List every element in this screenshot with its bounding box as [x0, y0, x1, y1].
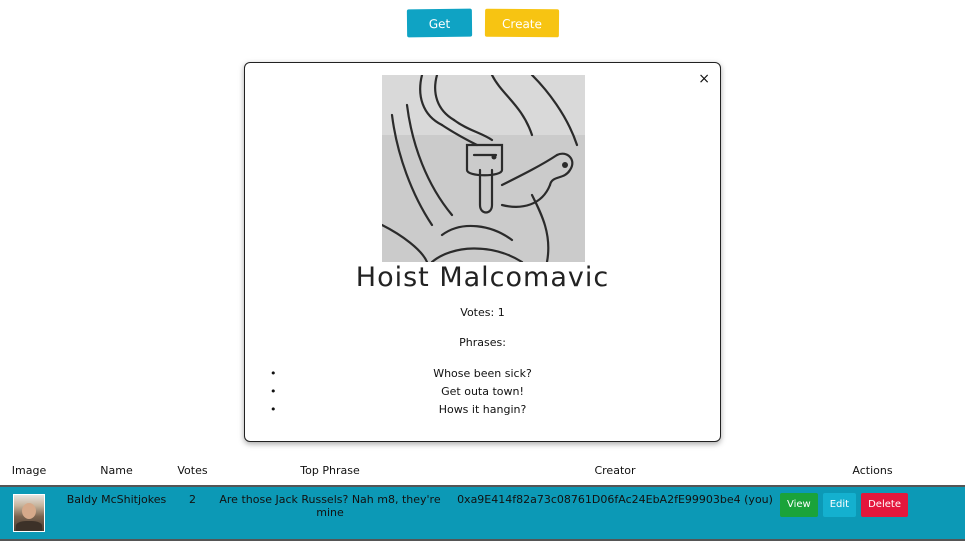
sketch-drawing-image	[382, 75, 585, 262]
phrase-text: Get outa town!	[441, 385, 524, 398]
list-item: • Whose been sick?	[245, 365, 720, 383]
view-button[interactable]: View	[780, 493, 818, 517]
votes-text: Votes: 1	[460, 306, 505, 319]
header-top-phrase: Top Phrase	[210, 455, 450, 487]
list-item: • Hows it hangin?	[245, 401, 720, 419]
bullet-icon: •	[270, 385, 277, 398]
header-name: Name	[58, 455, 175, 487]
header-votes: Votes	[175, 455, 210, 487]
phrase-text: Hows it hangin?	[438, 403, 527, 416]
row-top-phrase: Are those Jack Russels? Nah m8, they're …	[210, 486, 450, 541]
row-votes: 2	[175, 486, 210, 541]
table-header-row: Image Name Votes Top Phrase Creator Acti…	[0, 455, 965, 487]
character-modal: × Hoist Malcomavic Votes: 1 Phrases: • W…	[244, 62, 721, 442]
characters-table: Image Name Votes Top Phrase Creator Acti…	[0, 455, 965, 541]
header-creator: Creator	[450, 455, 780, 487]
row-name: Baldy McShitjokes	[58, 486, 175, 541]
table-row: Baldy McShitjokes 2 Are those Jack Russe…	[0, 486, 965, 541]
character-thumbnail	[13, 494, 45, 532]
bullet-icon: •	[270, 403, 277, 416]
list-item: • Get outa town!	[245, 383, 720, 401]
top-toolbar: Get Chars Create Char	[0, 8, 965, 59]
phrases-label: Phrases:	[459, 336, 506, 349]
close-icon[interactable]: ×	[698, 72, 710, 86]
get-chars-button[interactable]: Get Chars	[406, 8, 472, 59]
character-name: Hoist Malcomavic	[355, 262, 610, 293]
phrase-text: Whose been sick?	[433, 367, 532, 380]
row-image-cell	[0, 486, 58, 541]
character-image	[382, 75, 585, 262]
create-char-button[interactable]: Create Char	[484, 8, 559, 59]
row-actions: View Edit Delete	[780, 486, 965, 541]
page: Get Chars Create Char Image Name Votes T…	[0, 0, 965, 542]
edit-button[interactable]: Edit	[822, 493, 857, 517]
row-creator: 0xa9E414f82a73c08761D06fAc24EbA2fE99903b…	[450, 486, 780, 541]
bullet-icon: •	[270, 367, 277, 380]
delete-button[interactable]: Delete	[861, 493, 908, 517]
phrase-list: • Whose been sick? • Get outa town! • Hows …	[245, 365, 720, 419]
header-image: Image	[0, 455, 58, 487]
header-actions: Actions	[780, 455, 965, 487]
